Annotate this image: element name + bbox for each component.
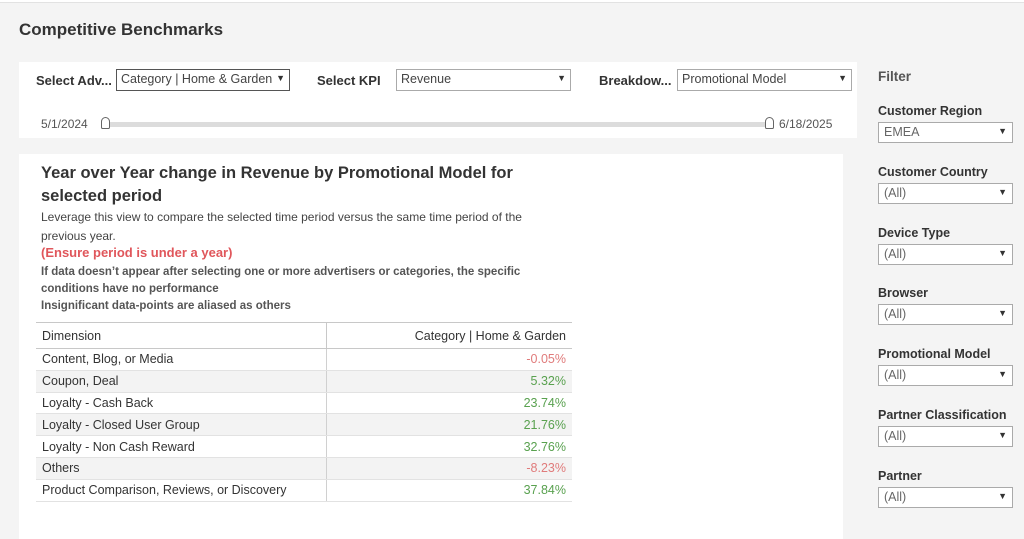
breakdown-label: Breakdow... [599,73,672,88]
date-slider-end-handle[interactable] [765,117,774,129]
dimension-cell: Coupon, Deal [36,370,327,393]
filter-dropdown-partner[interactable]: (All) ▼ [878,486,1013,508]
value-cell: 23.74% [326,392,572,415]
filter-dropdown-customer-country[interactable]: (All) ▼ [878,182,1013,204]
filter-partner-classification: Partner Classification (All) ▼ [878,408,1018,469]
breakdown-value: Promotional Model [682,72,787,86]
kpi-dropdown[interactable]: Revenue ▼ [396,69,571,91]
caret-down-icon: ▼ [998,247,1007,258]
kpi-label: Select KPI [317,73,381,88]
advertiser-dropdown[interactable]: Category | Home & Garden ▼ [116,69,290,91]
filter-customer-country: Customer Country (All) ▼ [878,165,1018,226]
table-row[interactable]: Content, Blog, or Media -0.05% [36,348,572,371]
filter-title: Filter [878,69,912,84]
dimension-cell: Loyalty - Cash Back [36,392,327,415]
value-cell: 21.76% [326,413,572,437]
dimension-cell: Loyalty - Closed User Group [36,413,327,437]
kpi-value: Revenue [401,72,452,86]
controls-panel: Select Adv... Category | Home & Garden ▼… [19,62,857,138]
caret-down-icon: ▼ [557,73,566,83]
caret-down-icon: ▼ [276,73,285,83]
filter-value: (All) [884,246,907,261]
table-row[interactable]: Loyalty - Closed User Group 21.76% [36,413,572,437]
filter-label: Partner [878,468,922,483]
table-row[interactable]: Loyalty - Cash Back 23.74% [36,392,572,415]
table-body: Content, Blog, or Media -0.05% Coupon, Dea… [36,348,572,502]
date-start-label: 5/1/2024 [41,117,88,131]
filter-list: Customer Region EMEA ▼ Customer Country (All… [878,104,1018,530]
value-cell: 37.84% [326,479,572,502]
filter-value: (All) [884,428,907,443]
filter-device-type: Device Type (All) ▼ [878,226,1018,287]
card-title: Year over Year change in Revenue by Prom… [41,164,513,205]
card-note: If data doesn’t appear after selecting o… [41,266,521,312]
dimension-cell: Content, Blog, or Media [36,348,327,371]
filter-dropdown-browser[interactable]: (All) ▼ [878,304,1013,326]
value-cell: -0.05% [326,348,572,371]
caret-down-icon: ▼ [998,369,1007,380]
period-warning: (Ensure period is under a year) [41,245,233,260]
value-cell: 32.76% [326,435,572,458]
filter-label: Browser [878,286,929,301]
date-slider-start-handle[interactable] [101,117,110,129]
date-end-label: 6/18/2025 [779,117,833,131]
dimension-cell: Loyalty - Non Cash Reward [36,435,327,458]
filter-label: Promotional Model [878,347,991,362]
caret-down-icon: ▼ [998,490,1007,501]
caret-down-icon: ▼ [998,186,1007,197]
table-row[interactable]: Loyalty - Non Cash Reward 32.76% [36,435,572,458]
table-row[interactable]: Others -8.23% [36,457,572,480]
filter-panel: Filter Customer Region EMEA ▼ Customer Coun… [878,62,1018,530]
filter-browser: Browser (All) ▼ [878,286,1018,347]
card-description: Leverage this view to compare the select… [41,210,522,243]
advertiser-value: Category | Home & Garden [121,72,273,86]
caret-down-icon: ▼ [838,73,847,83]
table-row[interactable]: Coupon, Deal 5.32% [36,370,572,393]
benchmark-table: Dimension Category | Home & Garden Conte… [36,322,572,502]
filter-value: (All) [884,489,907,504]
breakdown-dropdown[interactable]: Promotional Model ▼ [677,69,852,91]
filter-partner: Partner (All) ▼ [878,469,1018,530]
date-slider-track[interactable] [107,122,774,127]
benchmark-card: Year over Year change in Revenue by Prom… [19,154,843,539]
filter-dropdown-customer-region[interactable]: EMEA ▼ [878,122,1013,143]
filter-label: Device Type [878,225,951,240]
caret-down-icon: ▼ [998,429,1007,440]
filter-value: EMEA [884,125,920,139]
filter-label: Customer Country [878,164,988,179]
filter-label: Customer Region [878,104,983,118]
dimension-header[interactable]: Dimension [36,322,327,349]
filter-value: (All) [884,185,907,200]
dimension-cell: Others [36,457,327,480]
filter-dropdown-promotional-model[interactable]: (All) ▼ [878,365,1013,387]
caret-down-icon: ▼ [998,308,1007,319]
window-top-border [0,0,1024,3]
advertiser-label: Select Adv... [36,73,112,88]
value-cell: -8.23% [326,457,572,480]
value-cell: 5.32% [326,370,572,393]
filter-value: (All) [884,368,907,383]
filter-label: Partner Classification [878,407,1007,422]
page-title: Competitive Benchmarks [19,20,224,39]
filter-value: (All) [884,307,907,322]
filter-dropdown-partner-classification[interactable]: (All) ▼ [878,425,1013,447]
table-row[interactable]: Product Comparison, Reviews, or Discover… [36,479,572,502]
filter-customer-region: Customer Region EMEA ▼ [878,104,1018,165]
filter-promotional-model: Promotional Model (All) ▼ [878,347,1018,408]
dimension-cell: Product Comparison, Reviews, or Discover… [36,479,327,502]
table-header-row: Dimension Category | Home & Garden [36,322,572,349]
value-header[interactable]: Category | Home & Garden [326,322,572,349]
caret-down-icon: ▼ [998,126,1007,136]
filter-dropdown-device-type[interactable]: (All) ▼ [878,243,1013,265]
